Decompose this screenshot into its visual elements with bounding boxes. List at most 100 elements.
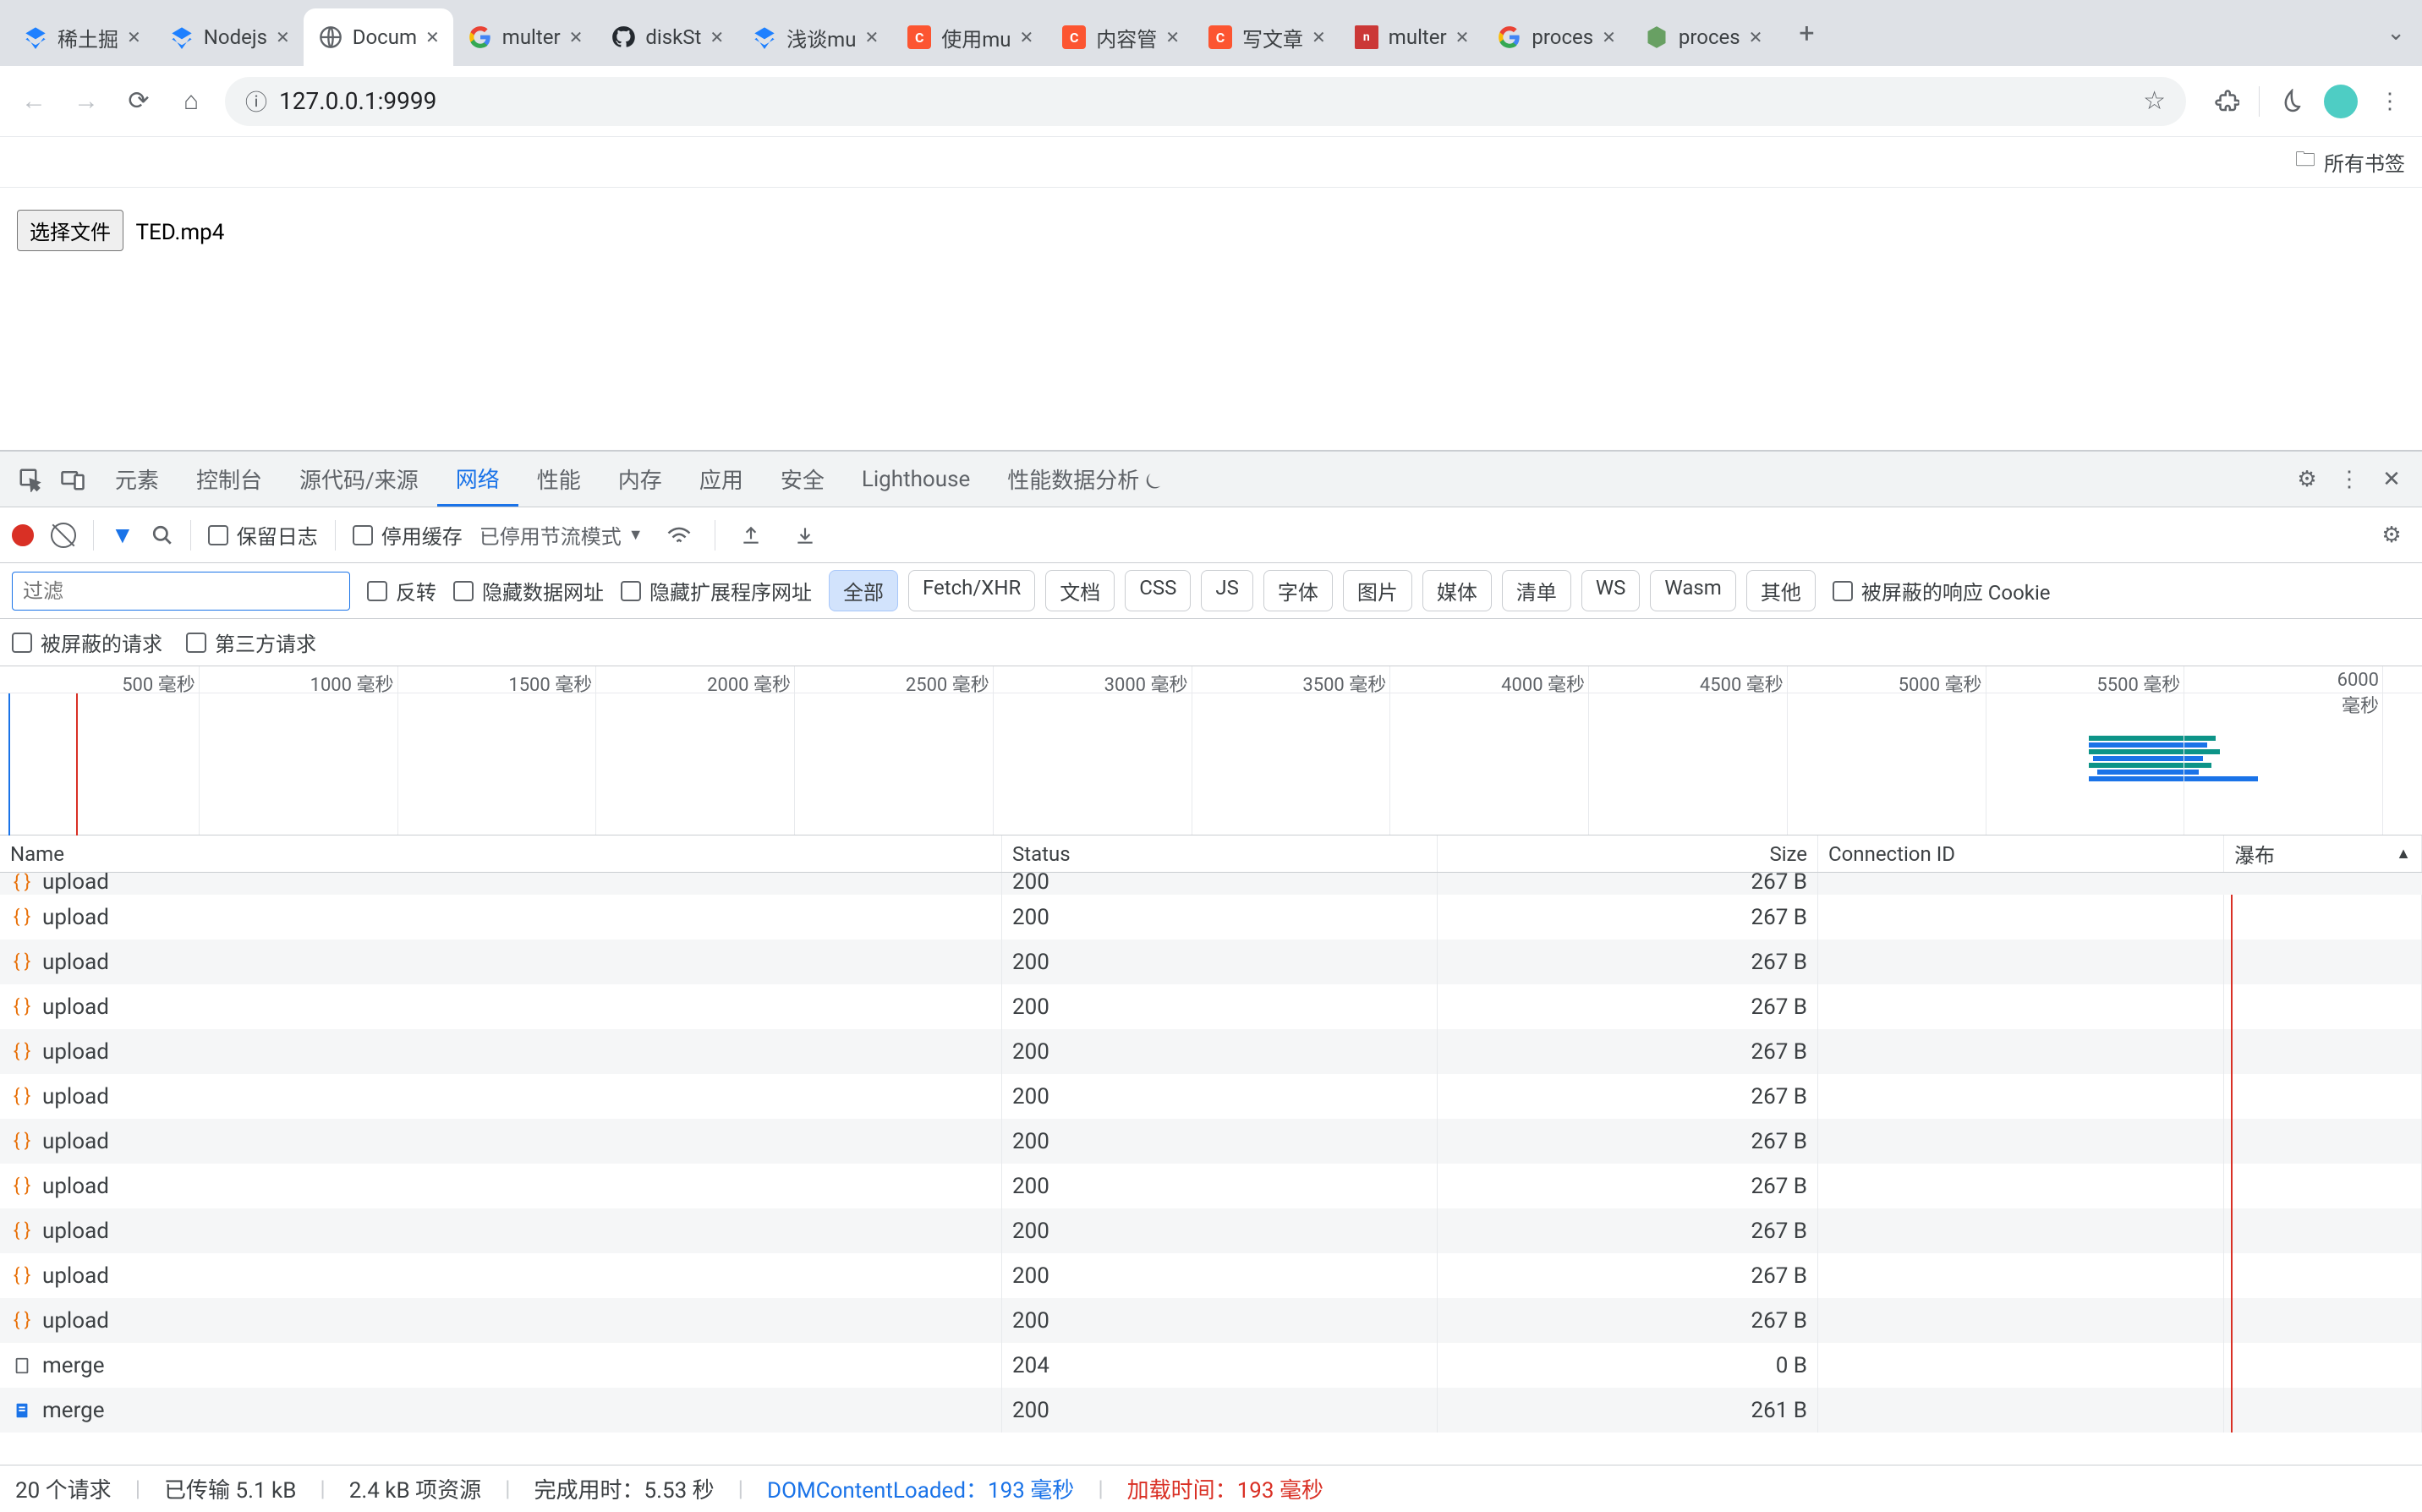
new-tab-button[interactable]: + bbox=[1784, 11, 1828, 55]
all-bookmarks-button[interactable]: 🗀 所有书签 bbox=[2295, 145, 2405, 179]
choose-file-button[interactable]: 选择文件 bbox=[17, 210, 123, 251]
devtools-panel-tab[interactable]: 源代码/来源 bbox=[281, 452, 437, 507]
browser-tab[interactable]: C写文章✕ bbox=[1193, 8, 1340, 66]
browser-tab[interactable]: nmulter✕ bbox=[1340, 8, 1483, 66]
devtools-panel-tab[interactable]: 控制台 bbox=[178, 452, 281, 507]
tab-close-icon[interactable]: ✕ bbox=[1455, 27, 1470, 47]
filter-toggle-icon[interactable]: ▼ bbox=[111, 521, 134, 549]
col-waterfall[interactable]: 瀑布▲ bbox=[2224, 835, 2422, 872]
filter-chip[interactable]: 清单 bbox=[1502, 570, 1571, 611]
device-toggle-icon[interactable] bbox=[54, 461, 91, 498]
table-row[interactable]: { }upload200267 B bbox=[0, 984, 2422, 1029]
table-row[interactable]: { }upload200267 B bbox=[0, 1298, 2422, 1343]
site-info-icon[interactable]: ⓘ bbox=[245, 85, 267, 117]
clear-button[interactable] bbox=[51, 523, 76, 548]
filter-chip[interactable]: JS bbox=[1201, 570, 1253, 611]
filter-chip[interactable]: WS bbox=[1581, 570, 1641, 611]
network-settings-icon[interactable]: ⚙ bbox=[2373, 517, 2410, 554]
devtools-panel-tab[interactable]: 性能 bbox=[518, 452, 600, 507]
extensions-icon[interactable] bbox=[2210, 85, 2244, 118]
profile-avatar[interactable] bbox=[2324, 85, 2358, 118]
url-bar[interactable]: ⓘ 127.0.0.1:9999 ☆ bbox=[225, 77, 2186, 126]
filter-chip[interactable]: Fetch/XHR bbox=[908, 570, 1035, 611]
filter-chip[interactable]: Wasm bbox=[1650, 570, 1735, 611]
export-har-icon[interactable] bbox=[732, 517, 770, 554]
tab-close-icon[interactable]: ✕ bbox=[710, 27, 724, 47]
tab-close-icon[interactable]: ✕ bbox=[1312, 27, 1326, 47]
hide-data-urls-checkbox[interactable]: 隐藏数据网址 bbox=[453, 576, 604, 605]
extension-leaf-icon[interactable] bbox=[2275, 85, 2309, 118]
table-row[interactable]: { }upload200267 B bbox=[0, 1253, 2422, 1298]
browser-tab[interactable]: Nodejs✕ bbox=[155, 8, 304, 66]
record-button[interactable] bbox=[12, 524, 34, 546]
table-row[interactable]: { }upload200267 B bbox=[0, 895, 2422, 940]
browser-tab[interactable]: Docum✕ bbox=[304, 8, 453, 66]
table-row[interactable]: { }upload200267 B bbox=[0, 1029, 2422, 1074]
browser-tab[interactable]: C使用mu✕ bbox=[892, 8, 1047, 66]
devtools-panel-tab[interactable]: 内存 bbox=[600, 452, 681, 507]
col-size[interactable]: Size bbox=[1438, 835, 1818, 872]
network-timeline[interactable]: 500 毫秒1000 毫秒1500 毫秒2000 毫秒2500 毫秒3000 毫… bbox=[0, 666, 2422, 835]
table-row[interactable]: { }upload200267 B bbox=[0, 1119, 2422, 1164]
disable-cache-checkbox[interactable]: 停用缓存 bbox=[353, 520, 463, 550]
filter-chip[interactable]: CSS bbox=[1125, 570, 1191, 611]
tab-close-icon[interactable]: ✕ bbox=[1749, 27, 1763, 47]
devtools-menu-icon[interactable]: ⋮ bbox=[2331, 461, 2368, 498]
col-status[interactable]: Status bbox=[1002, 835, 1438, 872]
preserve-log-checkbox[interactable]: 保留日志 bbox=[208, 520, 318, 550]
filter-input[interactable] bbox=[12, 572, 350, 611]
tab-close-icon[interactable]: ✕ bbox=[1602, 27, 1616, 47]
bookmark-star-icon[interactable]: ☆ bbox=[2143, 86, 2166, 116]
inspect-element-icon[interactable] bbox=[12, 461, 49, 498]
table-row[interactable]: { }upload200267 B bbox=[0, 873, 2422, 895]
devtools-panel-tab[interactable]: 应用 bbox=[681, 452, 762, 507]
filter-chip[interactable]: 其他 bbox=[1746, 570, 1816, 611]
col-connection-id[interactable]: Connection ID bbox=[1818, 835, 2224, 872]
filter-chip[interactable]: 媒体 bbox=[1422, 570, 1492, 611]
filter-chip[interactable]: 图片 bbox=[1343, 570, 1412, 611]
blocked-requests-checkbox[interactable]: 被屏蔽的请求 bbox=[12, 627, 162, 657]
table-row[interactable]: merge200261 B bbox=[0, 1388, 2422, 1433]
tab-close-icon[interactable]: ✕ bbox=[569, 27, 584, 47]
browser-tab[interactable]: C内容管✕ bbox=[1047, 8, 1193, 66]
throttle-select[interactable]: 已停用节流模式▼ bbox=[479, 520, 644, 550]
search-icon[interactable] bbox=[151, 524, 173, 546]
tab-list-dropdown[interactable]: ⌄ bbox=[2386, 20, 2405, 46]
hide-ext-urls-checkbox[interactable]: 隐藏扩展程序网址 bbox=[621, 576, 812, 605]
import-har-icon[interactable] bbox=[786, 517, 824, 554]
filter-chip[interactable]: 文档 bbox=[1045, 570, 1115, 611]
table-row[interactable]: { }upload200267 B bbox=[0, 1208, 2422, 1253]
filter-chip[interactable]: 字体 bbox=[1263, 570, 1333, 611]
tab-close-icon[interactable]: ✕ bbox=[127, 27, 141, 47]
browser-tab[interactable]: 浅谈mu✕ bbox=[737, 8, 892, 66]
browser-tab[interactable]: proces✕ bbox=[1630, 8, 1777, 66]
back-button[interactable]: ← bbox=[15, 83, 52, 120]
tab-close-icon[interactable]: ✕ bbox=[864, 27, 879, 47]
tab-close-icon[interactable]: ✕ bbox=[276, 27, 290, 47]
table-row[interactable]: { }upload200267 B bbox=[0, 940, 2422, 984]
tab-close-icon[interactable]: ✕ bbox=[1020, 27, 1034, 47]
table-row[interactable]: { }upload200267 B bbox=[0, 1164, 2422, 1208]
table-row[interactable]: merge2040 B bbox=[0, 1343, 2422, 1388]
devtools-panel-tab[interactable]: 网络 bbox=[437, 452, 518, 507]
filter-chip[interactable]: 全部 bbox=[829, 570, 898, 611]
forward-button[interactable]: → bbox=[68, 83, 105, 120]
devtools-close-icon[interactable]: ✕ bbox=[2373, 461, 2410, 498]
table-row[interactable]: { }upload200267 B bbox=[0, 1074, 2422, 1119]
browser-tab[interactable]: 稀土掘✕ bbox=[8, 8, 155, 66]
devtools-settings-icon[interactable]: ⚙ bbox=[2288, 461, 2326, 498]
third-party-checkbox[interactable]: 第三方请求 bbox=[186, 627, 316, 657]
invert-checkbox[interactable]: 反转 bbox=[367, 576, 436, 605]
browser-tab[interactable]: multer✕ bbox=[453, 8, 597, 66]
tab-close-icon[interactable]: ✕ bbox=[1165, 27, 1180, 47]
devtools-panel-tab[interactable]: 元素 bbox=[96, 452, 178, 507]
home-button[interactable]: ⌂ bbox=[173, 83, 210, 120]
network-conditions-icon[interactable] bbox=[660, 517, 698, 554]
browser-tab[interactable]: proces✕ bbox=[1482, 8, 1630, 66]
blocked-cookie-checkbox[interactable]: 被屏蔽的响应 Cookie bbox=[1833, 576, 2051, 605]
devtools-panel-tab[interactable]: 安全 bbox=[762, 452, 843, 507]
browser-tab[interactable]: diskSt✕ bbox=[596, 8, 737, 66]
devtools-panel-tab[interactable]: Lighthouse bbox=[843, 452, 989, 507]
col-name[interactable]: Name bbox=[0, 835, 1002, 872]
devtools-panel-tab[interactable]: 性能数据分析 ⏾ bbox=[989, 452, 1181, 507]
